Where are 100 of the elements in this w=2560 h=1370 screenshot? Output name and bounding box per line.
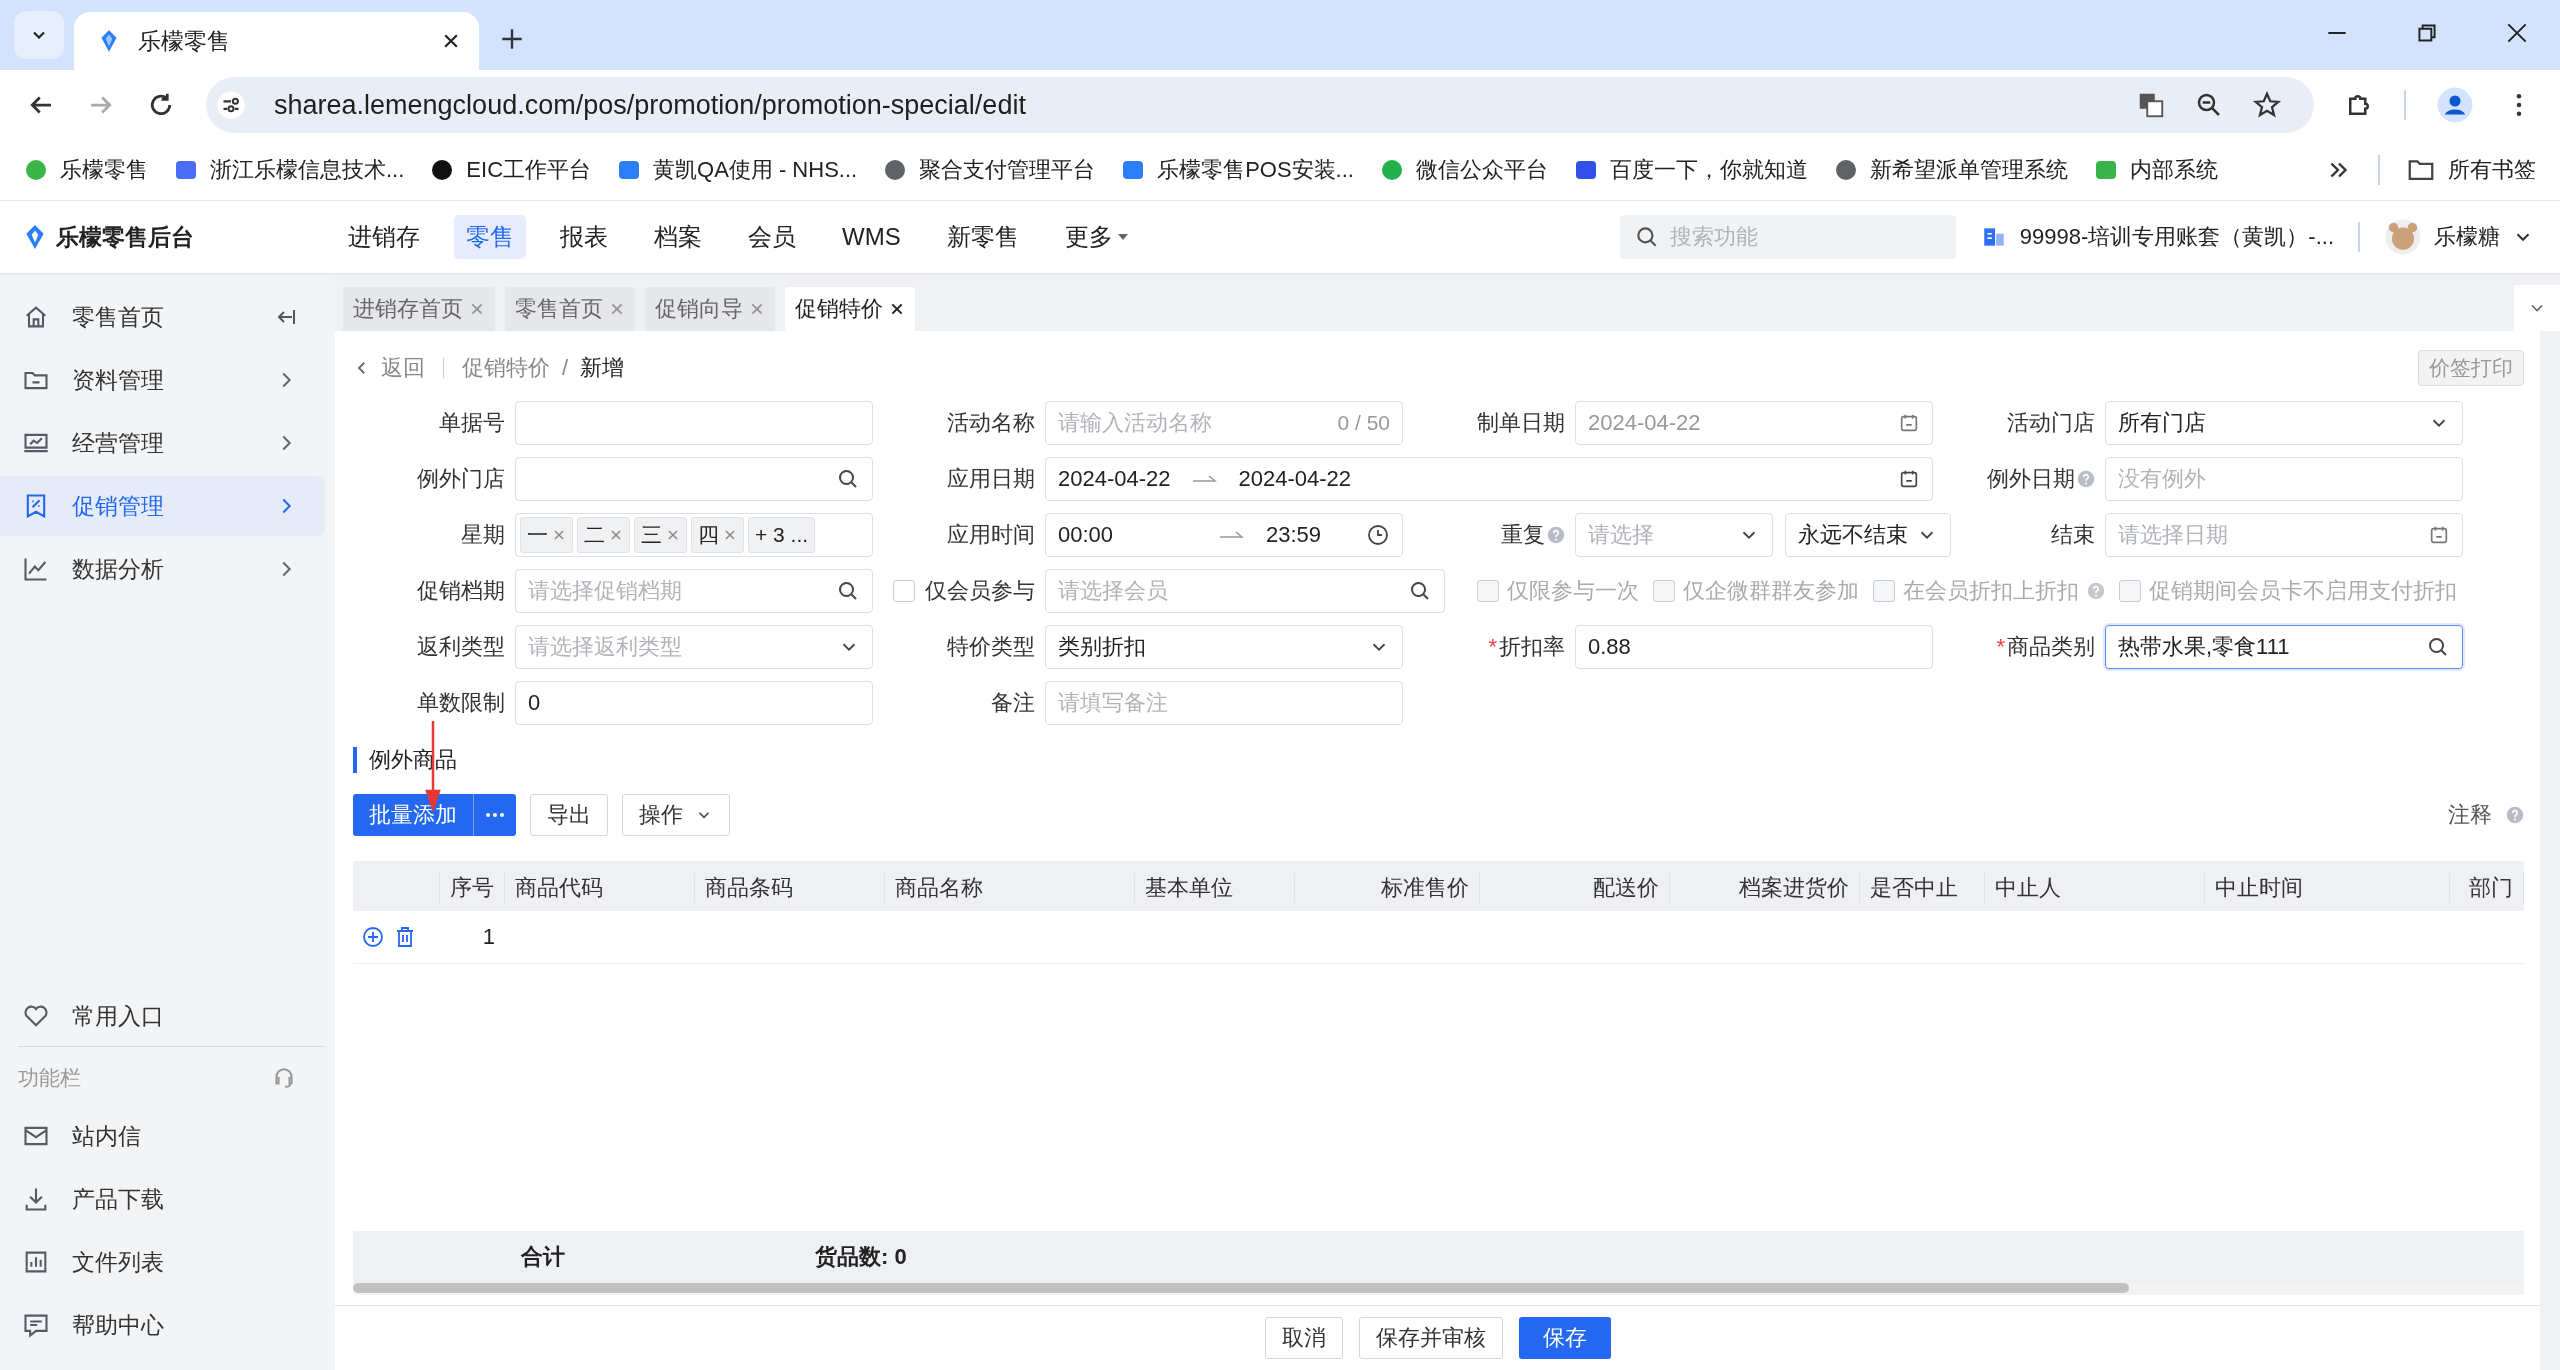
field-label: 例外日期 xyxy=(1987,465,2075,493)
nav-tab[interactable]: 新零售 xyxy=(934,215,1031,259)
field-label: 单数限制 xyxy=(417,689,505,717)
bookmark[interactable]: 百度一下，你就知道 xyxy=(1573,155,1808,185)
field-label: 应用时间 xyxy=(947,521,1035,549)
breadcrumb-item: 新增 xyxy=(580,354,625,382)
breadcrumb-item[interactable]: 促销特价 xyxy=(462,353,550,383)
checkbox-label[interactable]: 仅会员参与 xyxy=(883,569,1035,613)
plus-icon[interactable] xyxy=(499,26,525,52)
bookmark[interactable]: EIC工作平台 xyxy=(430,155,592,185)
sidebar-item[interactable]: 资料管理 xyxy=(0,350,325,410)
tune-icon[interactable] xyxy=(216,90,246,120)
page-tab[interactable]: 零售首页 xyxy=(505,287,635,331)
sidebar-item[interactable]: 经营管理 xyxy=(0,413,325,473)
sidebar-item[interactable]: 帮助中心 xyxy=(0,1295,325,1355)
input-field[interactable]: 0.88 xyxy=(1575,625,1933,669)
column-header: 档案进货价 xyxy=(1670,873,1860,903)
column-header: 序号 xyxy=(440,873,505,903)
field-label: 星期 xyxy=(461,521,505,549)
page-tab[interactable]: 促销向导 xyxy=(645,287,775,331)
required-mark: * xyxy=(1488,634,1497,660)
input-field[interactable] xyxy=(515,401,873,445)
column-header: 基本单位 xyxy=(1135,873,1295,903)
day-tag[interactable]: 一 xyxy=(520,517,573,553)
bookmark[interactable]: 内部系统 xyxy=(2093,155,2218,185)
select-field[interactable]: 类别折扣 xyxy=(1045,625,1403,669)
help-icon xyxy=(2506,806,2524,824)
column-header: 部门 xyxy=(2450,873,2524,903)
note-label: 注释 xyxy=(2448,801,2492,829)
favorites-item[interactable]: 常用入口 xyxy=(18,986,325,1047)
sidebar-item[interactable]: 零售首页 xyxy=(0,287,325,347)
cancel-button[interactable]: 取消 xyxy=(1264,1317,1343,1359)
nav-tab[interactable]: 零售 xyxy=(454,215,526,259)
add-row-icon[interactable] xyxy=(361,925,385,949)
page-tab[interactable]: 促销特价 xyxy=(785,287,915,331)
bookmarks-folder[interactable]: 所有书签 xyxy=(2406,155,2536,185)
help-icon xyxy=(1547,526,1565,544)
sidebar-item[interactable]: 数据分析 xyxy=(0,539,325,599)
bookmark[interactable]: 浙江乐檬信息技术... xyxy=(174,155,405,185)
select-field[interactable]: 永远不结束 xyxy=(1785,513,1951,557)
field-label: 折扣率 xyxy=(1499,633,1565,661)
nav-tab[interactable]: 会员 xyxy=(736,215,808,259)
column-header: 商品名称 xyxy=(885,873,1135,903)
close-icon[interactable] xyxy=(889,301,905,317)
column-header: 商品条码 xyxy=(695,873,885,903)
field-label: 促销档期 xyxy=(417,577,505,605)
date-range-field[interactable]: 2024-04-22 2024-04-22 xyxy=(1045,457,1933,501)
input-field[interactable]: 0 xyxy=(515,681,873,725)
actions-button[interactable]: 操作 xyxy=(622,794,730,836)
save-review-button[interactable]: 保存并审核 xyxy=(1358,1317,1503,1359)
account-selector[interactable]: 99998-培训专用账套（黄凯）-... xyxy=(1979,222,2334,252)
dots-icon xyxy=(484,811,506,819)
caret-icon xyxy=(1116,232,1129,242)
summary-count: 货品数: 0 xyxy=(815,1243,907,1271)
export-button[interactable]: 导出 xyxy=(530,794,608,836)
bookmark[interactable]: 微信公众平台 xyxy=(1379,155,1548,185)
nav-tab[interactable]: 档案 xyxy=(642,215,714,259)
nav-tab[interactable]: WMS xyxy=(830,215,913,259)
sidebar-item[interactable]: 产品下载 xyxy=(0,1169,325,1229)
bookmark[interactable]: 黄凯QA使用 - NHS... xyxy=(617,155,858,185)
browser-tab[interactable]: 乐檬零售 xyxy=(74,12,479,70)
nav-tab[interactable]: 进销存 xyxy=(336,215,432,259)
column-header: 标准售价 xyxy=(1295,873,1480,903)
more-button[interactable] xyxy=(473,794,516,836)
scrollbar-thumb[interactable] xyxy=(353,1283,2129,1293)
clock-icon xyxy=(1366,523,1390,547)
day-tag[interactable]: 四 xyxy=(691,517,744,553)
scrollbar-track[interactable] xyxy=(353,1283,2524,1295)
sidebar-item[interactable]: 文件列表 xyxy=(0,1232,325,1292)
save-button[interactable]: 保存 xyxy=(1518,1317,1611,1359)
sidebar-item[interactable]: 站内信 xyxy=(0,1106,325,1166)
page-tab[interactable]: 进销存首页 xyxy=(343,287,495,331)
search-field[interactable]: 热带水果,零食111 xyxy=(2105,625,2463,669)
profile-icon[interactable] xyxy=(2436,86,2474,124)
bookmark[interactable]: 乐檬零售 xyxy=(24,155,148,185)
bookmark[interactable]: 乐檬零售POS安装... xyxy=(1121,155,1354,185)
select-field[interactable]: 所有门店 xyxy=(2105,401,2463,445)
tag-select-field[interactable]: 一 二 三 四 + 3 ... xyxy=(515,513,873,557)
star-icon[interactable] xyxy=(2252,90,2282,120)
help-icon xyxy=(2087,582,2105,600)
checkbox[interactable] xyxy=(893,580,915,602)
more-tag[interactable]: + 3 ... xyxy=(748,517,816,553)
calendar-icon xyxy=(1898,412,1920,434)
batch-add-button[interactable]: 批量添加 xyxy=(353,794,473,836)
user-menu[interactable]: 乐檬糖 xyxy=(2384,218,2534,256)
search-field[interactable] xyxy=(515,457,873,501)
avatar-icon xyxy=(2384,218,2422,256)
sidebar-item[interactable]: 促销管理 xyxy=(0,476,325,536)
bookmark[interactable]: 新希望派单管理系统 xyxy=(1833,155,2068,185)
address-bar[interactable]: sharea.lemengcloud.com/pos/promotion/promotion-special/edit xyxy=(206,77,2314,133)
nav-tab[interactable]: 报表 xyxy=(548,215,620,259)
field-label: 应用日期 xyxy=(947,465,1035,493)
column-header: 商品代码 xyxy=(505,873,695,903)
nav-tab[interactable]: 更多 xyxy=(1052,215,1141,259)
day-tag[interactable]: 三 xyxy=(634,517,687,553)
time-range-field[interactable]: 00:00 23:59 xyxy=(1045,513,1403,557)
bookmark[interactable]: 聚合支付管理平台 xyxy=(883,155,1096,185)
day-tag[interactable]: 二 xyxy=(577,517,630,553)
back-link[interactable]: 返回 xyxy=(353,353,425,383)
column-header: 配送价 xyxy=(1480,873,1670,903)
